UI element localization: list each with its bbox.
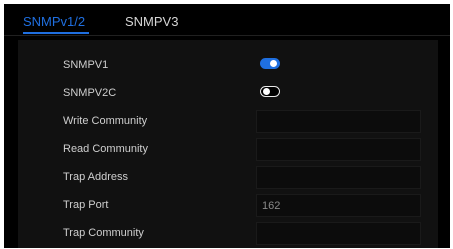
snmpv2c-toggle[interactable]: [260, 86, 280, 97]
trap-address-label: Trap Address: [63, 171, 129, 183]
write-community-input[interactable]: [256, 110, 421, 133]
trap-address-input[interactable]: [256, 166, 421, 189]
trap-port-label: Trap Port: [63, 199, 109, 211]
trap-port-input[interactable]: [256, 194, 421, 217]
read-community-input[interactable]: [256, 138, 421, 161]
snmpv2c-label: SNMPV2C: [63, 87, 117, 99]
toggle-knob: [270, 60, 277, 67]
tab-bar: SNMPv1/2 SNMPV3: [4, 4, 450, 36]
settings-panel: SNMPV1 SNMPV2C Write Community Read Comm…: [18, 40, 438, 248]
tab-snmpv1-2[interactable]: SNMPv1/2: [23, 14, 85, 30]
snmpv1-label: SNMPV1: [63, 59, 109, 71]
toggle-knob: [263, 87, 270, 95]
read-community-label: Read Community: [63, 143, 148, 155]
tab-divider: [4, 35, 450, 36]
write-community-label: Write Community: [63, 115, 148, 127]
trap-community-label: Trap Community: [63, 227, 144, 239]
snmpv1-toggle[interactable]: [260, 58, 280, 69]
snmp-settings-window: SNMPv1/2 SNMPV3 SNMPV1 SNMPV2C Write Com…: [4, 4, 450, 248]
trap-community-input[interactable]: [256, 222, 421, 245]
active-tab-indicator: [23, 32, 89, 34]
tab-snmpv3[interactable]: SNMPV3: [125, 14, 178, 30]
